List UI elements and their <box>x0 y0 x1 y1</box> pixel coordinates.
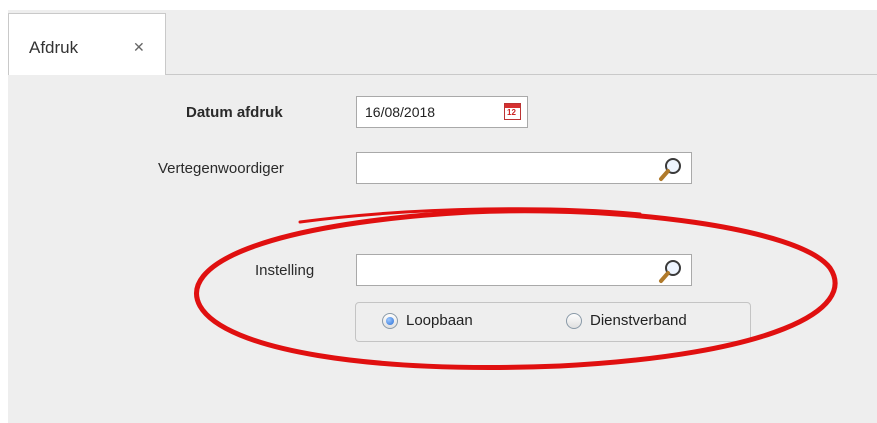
calendar-icon[interactable]: 12 <box>504 103 521 120</box>
radio-loopbaan-label: Loopbaan <box>406 312 473 329</box>
datum-afdruk-value: 16/08/2018 <box>365 104 436 120</box>
vertegenwoordiger-label: Vertegenwoordiger <box>158 160 284 177</box>
magnifier-icon[interactable] <box>657 155 685 183</box>
window-top-strip <box>0 0 877 10</box>
radio-selected-icon <box>382 313 398 329</box>
datum-afdruk-field[interactable]: 16/08/2018 12 <box>356 96 528 128</box>
radio-unselected-icon <box>566 313 582 329</box>
instelling-field[interactable] <box>356 254 692 286</box>
calendar-icon-number: 12 <box>507 108 516 117</box>
radio-dienstverband-label: Dienstverband <box>590 312 687 329</box>
instelling-label: Instelling <box>255 262 315 279</box>
magnifier-icon[interactable] <box>657 257 685 285</box>
close-icon[interactable]: ✕ <box>133 39 145 56</box>
type-radio-group: Loopbaan Dienstverband <box>355 302 751 342</box>
datum-afdruk-label: Datum afdruk <box>186 104 283 121</box>
tab-afdruk[interactable]: Afdruk ✕ <box>8 13 166 75</box>
vertegenwoordiger-field[interactable] <box>356 152 692 184</box>
tab-label: Afdruk <box>29 38 79 57</box>
